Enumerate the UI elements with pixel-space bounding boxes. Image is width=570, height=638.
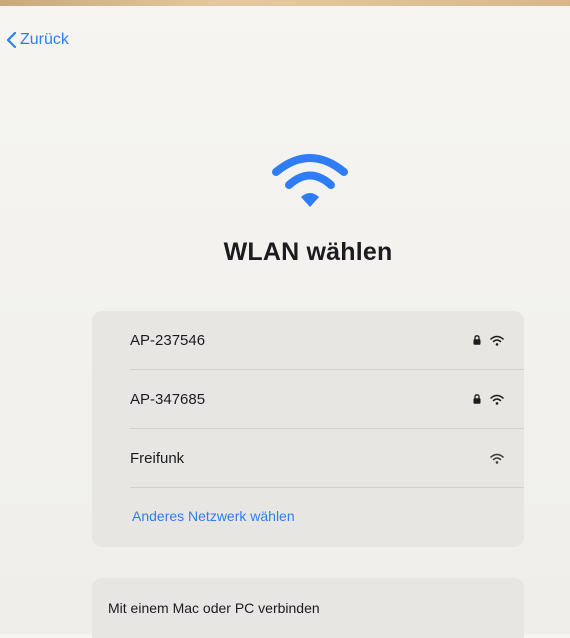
- network-name: AP-237546: [130, 331, 206, 349]
- lock-icon: [473, 394, 481, 404]
- network-name: AP-347685: [130, 390, 206, 408]
- connect-mac-pc-button[interactable]: Mit einem Mac oder PC verbinden: [108, 600, 320, 616]
- lock-icon: [473, 335, 481, 345]
- other-network-button[interactable]: Anderes Netzwerk wählen: [132, 508, 295, 524]
- network-row-ap-237546[interactable]: AP-237546: [130, 311, 524, 369]
- back-button[interactable]: Zurück: [6, 31, 69, 49]
- network-name: Freifunk: [130, 449, 185, 467]
- network-row-ap-347685[interactable]: AP-347685: [130, 370, 524, 428]
- back-button-label: Zurück: [20, 31, 69, 48]
- network-row-freifunk[interactable]: Freifunk: [130, 429, 524, 487]
- chevron-left-icon: [6, 31, 17, 49]
- wifi-signal-icon: [490, 335, 504, 346]
- wifi-signal-icon: [490, 453, 504, 464]
- wifi-signal-icon: [490, 394, 504, 405]
- wifi-icon: [272, 154, 348, 207]
- top-edge-strip: [0, 0, 570, 6]
- row-divider: [130, 487, 524, 488]
- network-list: AP-237546 AP-347685 Freifunk Anderes Net…: [92, 311, 524, 547]
- page-title: WLAN wählen: [223, 238, 393, 266]
